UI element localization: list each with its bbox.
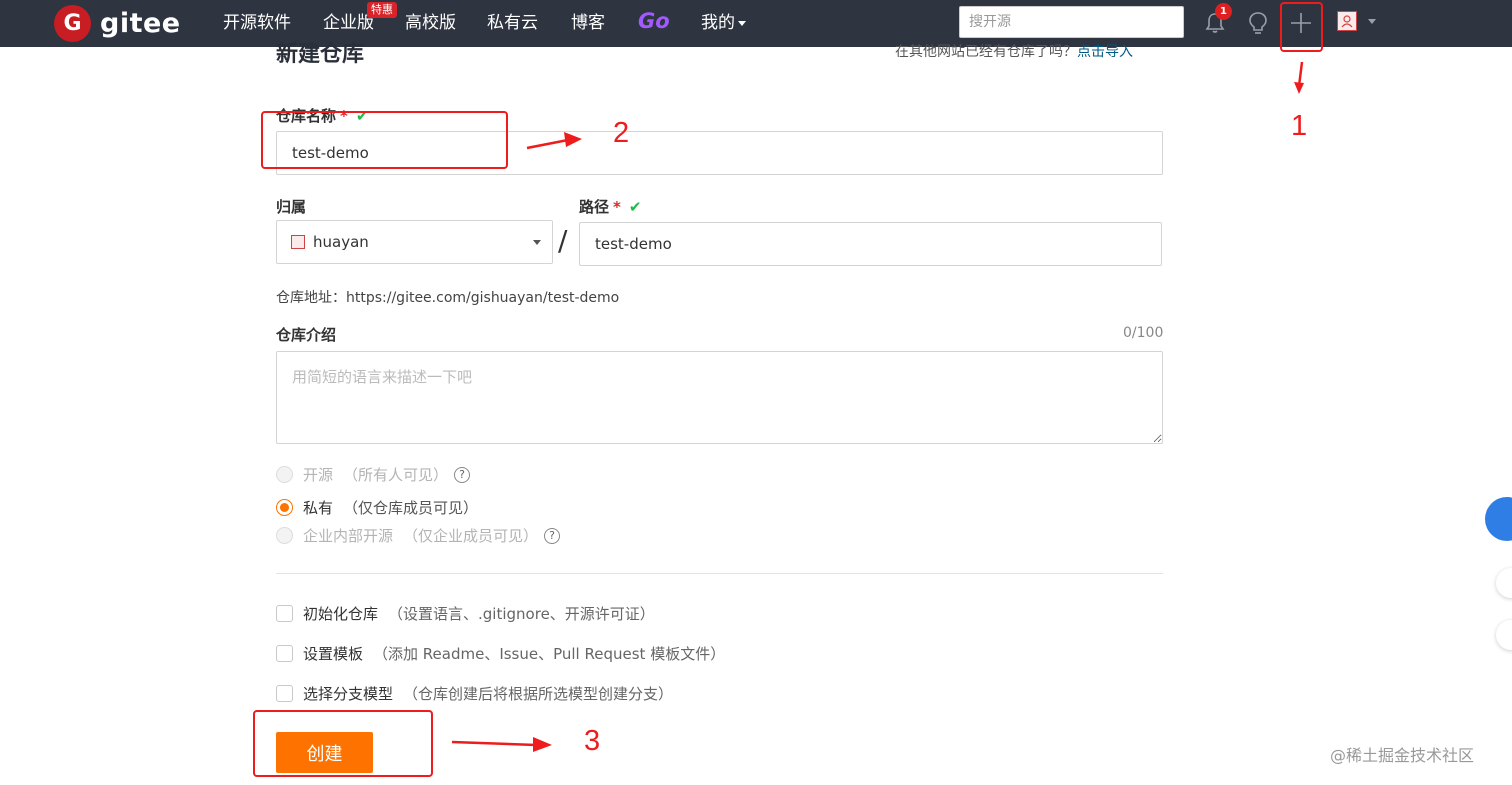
valid-check-icon: ✔ xyxy=(628,198,642,216)
notification-count-badge: 1 xyxy=(1215,3,1232,20)
annotation-step-2: 2 xyxy=(613,117,630,149)
chevron-down-icon xyxy=(738,20,746,26)
path-separator: / xyxy=(558,224,568,257)
annotation-box-2 xyxy=(261,111,508,169)
visibility-enterprise-desc: （仅企业成员可见） xyxy=(403,527,539,545)
search-input[interactable] xyxy=(959,6,1184,38)
owner-select-value: huayan xyxy=(313,233,369,251)
chevron-down-icon xyxy=(533,240,541,245)
nav-mine-label: 我的 xyxy=(701,13,735,33)
visibility-enterprise-label: 企业内部开源 xyxy=(303,527,394,545)
gitee-logo[interactable]: G gitee xyxy=(54,4,184,42)
import-prompt: 在其他网站已经有仓库了吗？点击导入 xyxy=(895,41,1133,61)
radio-public[interactable] xyxy=(276,466,293,483)
import-prompt-text: 在其他网站已经有仓库了吗？ xyxy=(895,44,1077,60)
checkbox-init-repo[interactable] xyxy=(276,605,293,622)
repo-url-value: https://gitee.com/gishuayan/test-demo xyxy=(346,290,620,306)
avatar-chevron-down-icon[interactable] xyxy=(1368,19,1376,24)
user-avatar[interactable] xyxy=(1337,11,1357,31)
nav-mine[interactable]: 我的 xyxy=(701,11,746,35)
intro-textarea[interactable] xyxy=(276,351,1163,444)
visibility-enterprise[interactable]: 企业内部开源 （仅企业成员可见） ? xyxy=(276,525,561,546)
option-init-repo-desc: （设置语言、.gitignore、开源许可证） xyxy=(388,605,655,623)
tips-button[interactable] xyxy=(1246,8,1270,38)
repo-url: 仓库地址：https://gitee.com/gishuayan/test-de… xyxy=(276,287,619,307)
required-mark: * xyxy=(613,198,621,216)
option-template[interactable]: 设置模板 （添加 Readme、Issue、Pull Request 模板文件） xyxy=(276,643,725,664)
visibility-private-desc: （仅仓库成员可见） xyxy=(343,499,479,517)
visibility-public-label: 开源 xyxy=(303,466,334,484)
visibility-public[interactable]: 开源 （所有人可见） ? xyxy=(276,464,471,485)
option-template-label: 设置模板 xyxy=(303,645,364,663)
divider xyxy=(276,573,1163,574)
radio-private[interactable] xyxy=(276,499,293,516)
floating-tool-button[interactable] xyxy=(1496,568,1512,598)
annotation-box-3 xyxy=(253,710,433,777)
import-link[interactable]: 点击导入 xyxy=(1077,44,1133,60)
floating-help-button[interactable] xyxy=(1485,497,1512,541)
help-icon[interactable]: ? xyxy=(544,527,561,544)
visibility-public-desc: （所有人可见） xyxy=(343,466,449,484)
intro-char-counter: 0/100 xyxy=(1123,325,1164,341)
path-label-text: 路径 xyxy=(579,198,610,216)
annotation-box-1 xyxy=(1280,2,1323,52)
option-branch-model-label: 选择分支模型 xyxy=(303,685,394,703)
annotation-arrow-1 xyxy=(1294,61,1304,94)
option-branch-model[interactable]: 选择分支模型 （仓库创建后将根据所选模型创建分支） xyxy=(276,683,673,704)
nav-blog[interactable]: 博客 xyxy=(571,11,605,35)
owner-avatar-icon xyxy=(291,235,305,249)
path-label: 路径 * ✔ xyxy=(579,196,641,217)
annotation-step-3: 3 xyxy=(584,725,601,757)
intro-label: 仓库介绍 xyxy=(276,326,337,344)
owner-select[interactable]: huayan xyxy=(276,220,553,264)
repo-url-label: 仓库地址： xyxy=(276,290,346,306)
path-input[interactable] xyxy=(579,222,1162,266)
annotation-arrow-2 xyxy=(526,132,582,150)
radio-enterprise[interactable] xyxy=(276,527,293,544)
promo-badge: 特惠 xyxy=(367,2,397,18)
page: G gitee 开源软件 企业版 特惠 高校版 私有云 博客 Go 我的 1 xyxy=(0,0,1512,785)
option-init-repo[interactable]: 初始化仓库 （设置语言、.gitignore、开源许可证） xyxy=(276,603,655,624)
nav-private-cloud[interactable]: 私有云 xyxy=(487,11,538,35)
annotation-arrow-3 xyxy=(451,737,552,752)
nav-open-source[interactable]: 开源软件 xyxy=(223,11,291,35)
watermark: @稀土掘金技术社区 xyxy=(1330,746,1475,765)
checkbox-template[interactable] xyxy=(276,645,293,662)
lightbulb-icon xyxy=(1249,12,1267,34)
gitee-logo-mark: G xyxy=(54,4,91,42)
floating-tool-button[interactable] xyxy=(1496,620,1512,650)
checkbox-branch-model[interactable] xyxy=(276,685,293,702)
option-template-desc: （添加 Readme、Issue、Pull Request 模板文件） xyxy=(373,645,726,663)
option-branch-model-desc: （仓库创建后将根据所选模型创建分支） xyxy=(403,685,674,703)
avatar-icon xyxy=(1341,15,1353,28)
annotation-step-1: 1 xyxy=(1291,110,1308,142)
nav-education[interactable]: 高校版 xyxy=(405,11,456,35)
visibility-private[interactable]: 私有 （仅仓库成员可见） xyxy=(276,497,478,518)
visibility-private-label: 私有 xyxy=(303,499,334,517)
owner-label: 归属 xyxy=(276,198,307,216)
nav-go[interactable]: Go xyxy=(638,9,670,33)
help-icon[interactable]: ? xyxy=(454,466,471,483)
option-init-repo-label: 初始化仓库 xyxy=(303,605,379,623)
gitee-logo-text: gitee xyxy=(100,7,181,39)
page-title: 新建仓库 xyxy=(276,42,365,67)
